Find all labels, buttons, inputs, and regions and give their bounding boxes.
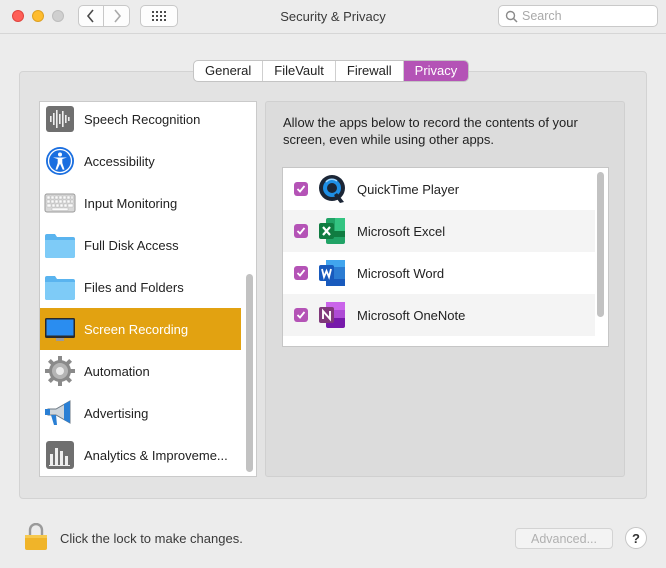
tab-filevault[interactable]: FileVault [263, 61, 336, 81]
folder-icon [44, 229, 76, 261]
advanced-button[interactable]: Advanced... [515, 528, 613, 549]
app-checkbox[interactable] [294, 182, 308, 196]
app-checkbox[interactable] [294, 266, 308, 280]
app-row-word[interactable]: Microsoft Word [283, 252, 595, 294]
sidebar-scrollbar[interactable] [246, 274, 253, 472]
gear-icon [44, 355, 76, 387]
help-button[interactable]: ? [625, 527, 647, 549]
app-checkbox[interactable] [294, 308, 308, 322]
lock-button[interactable] [24, 522, 48, 551]
sidebar-item-label: Screen Recording [84, 321, 189, 337]
sidebar-item-label: Speech Recognition [84, 111, 201, 127]
sidebar-item-label: Full Disk Access [84, 237, 179, 253]
sidebar-item-screen-recording[interactable]: Screen Recording [40, 308, 241, 350]
app-name: Microsoft Excel [357, 223, 446, 239]
tab-privacy[interactable]: Privacy [403, 61, 469, 81]
sidebar-item-full-disk-access[interactable]: Full Disk Access [40, 224, 241, 266]
sidebar-item-label: Advertising [84, 405, 149, 421]
sidebar-item-label: Input Monitoring [84, 195, 178, 211]
tab-firewall[interactable]: Firewall [336, 61, 404, 81]
megaphone-icon [44, 397, 76, 429]
folder-icon [44, 271, 76, 303]
sidebar-item-analytics[interactable]: Analytics & Improveme... [40, 434, 241, 476]
quicktime-icon [317, 174, 347, 204]
sidebar-item-advertising[interactable]: Advertising [40, 392, 241, 434]
sidebar-item-files-and-folders[interactable]: Files and Folders [40, 266, 241, 308]
app-row-excel[interactable]: Microsoft Excel [283, 210, 595, 252]
app-checkbox[interactable] [294, 224, 308, 238]
sidebar-item-speech-recognition[interactable]: Speech Recognition [40, 102, 241, 140]
sidebar-item-label: Files and Folders [84, 279, 184, 295]
sidebar-item-label: Automation [84, 363, 150, 379]
app-name: QuickTime Player [357, 181, 460, 197]
checkmark-icon [296, 269, 306, 277]
word-icon [317, 258, 347, 288]
checkmark-icon [296, 185, 306, 193]
app-name: Microsoft OneNote [357, 307, 466, 323]
sidebar-item-input-monitoring[interactable]: Input Monitoring [40, 182, 241, 224]
sidebar-item-automation[interactable]: Automation [40, 350, 241, 392]
waveform-icon [44, 103, 76, 135]
title-bar: Security & Privacy [0, 0, 666, 34]
search-field[interactable] [498, 5, 658, 27]
sidebar-item-label: Accessibility [84, 153, 155, 169]
bar-chart-icon [44, 439, 76, 471]
accessibility-icon [44, 145, 76, 177]
screen-recording-description: Allow the apps below to record the conte… [283, 115, 578, 147]
onenote-icon [317, 300, 347, 330]
app-name: Microsoft Word [357, 265, 445, 281]
keyboard-icon [44, 187, 76, 219]
tab-general[interactable]: General [194, 61, 264, 81]
app-row-quicktime[interactable]: QuickTime Player [283, 168, 595, 210]
sidebar-item-accessibility[interactable]: Accessibility [40, 140, 241, 182]
checkmark-icon [296, 227, 306, 235]
search-icon [505, 10, 518, 23]
lock-icon [25, 522, 47, 550]
checkmark-icon [296, 311, 306, 319]
sidebar-item-label: Analytics & Improveme... [84, 447, 228, 463]
app-list-scrollbar[interactable] [597, 172, 604, 317]
lock-instruction: Click the lock to make changes. [60, 531, 243, 546]
app-row-onenote[interactable]: Microsoft OneNote [283, 294, 595, 336]
tab-bar: General FileVault Firewall Privacy [193, 60, 470, 82]
search-input[interactable] [522, 9, 652, 23]
display-icon [44, 313, 76, 345]
excel-icon [317, 216, 347, 246]
app-list[interactable]: QuickTime Player Microsoft Excel Microso… [282, 167, 609, 347]
privacy-category-list[interactable]: Speech Recognition Accessibility Input M… [39, 101, 257, 477]
